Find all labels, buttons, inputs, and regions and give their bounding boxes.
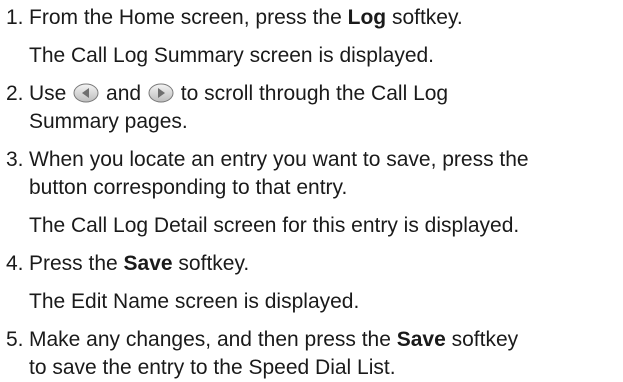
step-number: 4. (6, 252, 24, 275)
step-text: From the Home screen, press the Log soft… (29, 4, 623, 32)
step-number: 2. (6, 82, 24, 105)
step-text-and: and (106, 82, 142, 105)
step-text-post: softkey. (386, 6, 463, 29)
left-arrow-button-icon (73, 83, 99, 103)
step-4: 4. Press the Save softkey. (0, 250, 623, 278)
step-result: The Edit Name screen is displayed. (29, 290, 360, 313)
step-text-pre: From the Home screen, press the (29, 6, 348, 29)
step-text-line2: button corresponding to that entry. (29, 176, 348, 199)
step-text-line2: Summary pages. (29, 110, 188, 133)
step-text-post: softkey. (172, 252, 250, 275)
softkey-name: Log (347, 6, 387, 29)
step-text-post: softkey (445, 328, 519, 351)
step-5: 5. Make any changes, and then press the … (0, 326, 623, 382)
step-text-post: to scroll through the Call Log (180, 82, 449, 105)
softkey-name: Save (396, 328, 446, 351)
step-1: 1. From the Home screen, press the Log s… (0, 4, 623, 32)
step-number: 3. (6, 148, 24, 171)
softkey-name: Save (123, 252, 173, 275)
procedure-list: 1. From the Home screen, press the Log s… (0, 4, 623, 382)
step-result: The Call Log Summary screen is displayed… (29, 44, 435, 67)
right-arrow-button-icon (148, 83, 174, 103)
step-text-pre: Make any changes, and then press the (29, 328, 397, 351)
step-result: The Call Log Detail screen for this entr… (29, 214, 520, 237)
step-text: Make any changes, and then press the Sav… (29, 326, 623, 354)
step-text: Use and to scroll through the Call Log (29, 80, 623, 108)
step-text: Press the Save softkey. (29, 250, 623, 278)
step-2: 2. Use and to scroll through the Call Lo… (0, 80, 623, 136)
step-text-use: Use (29, 82, 67, 105)
step-number: 5. (6, 328, 24, 351)
step-text-pre: Press the (29, 252, 124, 275)
step-3: 3. When you locate an entry you want to … (0, 146, 623, 202)
step-text-line2: to save the entry to the Speed Dial List… (29, 356, 396, 379)
step-number: 1. (6, 6, 24, 29)
step-text: When you locate an entry you want to sav… (29, 148, 529, 171)
